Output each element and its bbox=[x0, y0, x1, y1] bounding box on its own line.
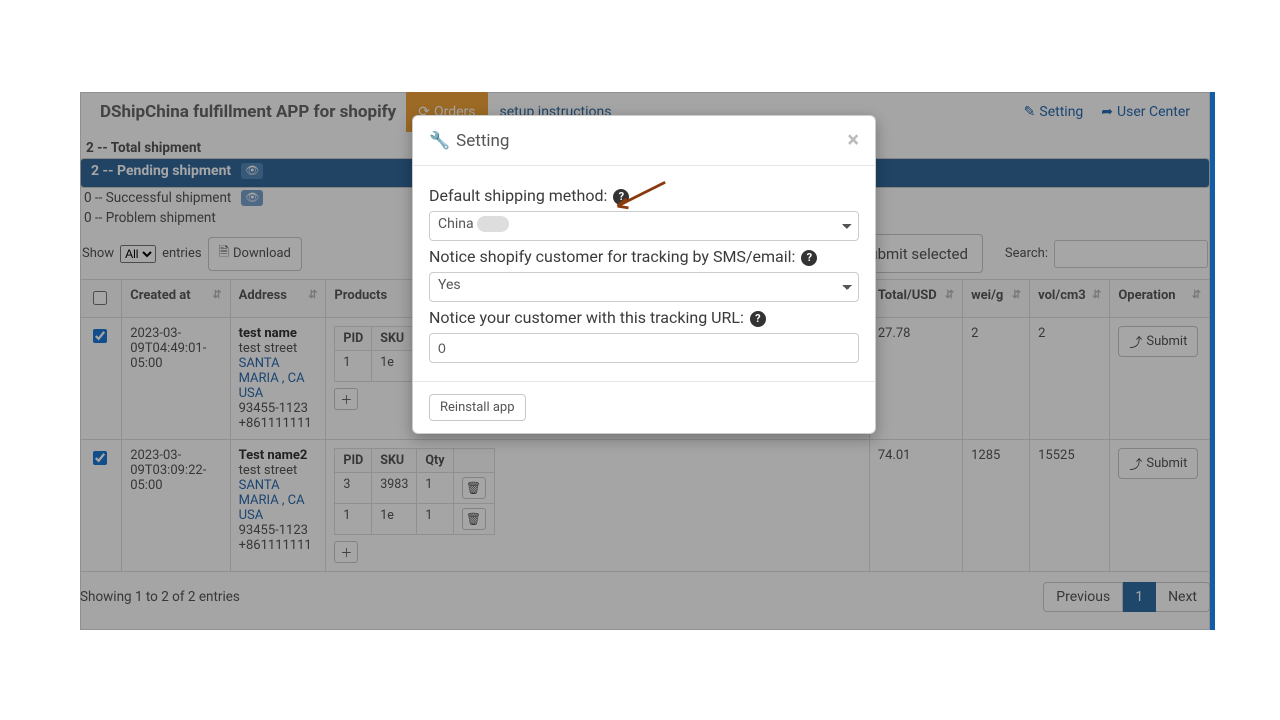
notice-customer-label: Notice shopify customer for tracking by … bbox=[429, 247, 859, 266]
help-icon[interactable]: ? bbox=[750, 311, 766, 327]
modal-title: Setting bbox=[456, 131, 509, 151]
reinstall-button[interactable]: Reinstall app bbox=[429, 394, 526, 421]
wrench-icon: 🔧 bbox=[429, 131, 450, 151]
ship-method-select[interactable]: China bbox=[429, 211, 859, 241]
close-icon[interactable]: × bbox=[847, 128, 859, 153]
notice-customer-select[interactable]: Yes bbox=[429, 272, 859, 302]
ship-method-label: Default shipping method: ? bbox=[429, 186, 859, 205]
tracking-url-label: Notice your customer with this tracking … bbox=[429, 308, 859, 327]
help-icon[interactable]: ? bbox=[613, 189, 629, 205]
settings-modal: 🔧 Setting × Default shipping method: ? Ch… bbox=[412, 115, 876, 434]
help-icon[interactable]: ? bbox=[801, 250, 817, 266]
tracking-url-input[interactable] bbox=[429, 333, 859, 363]
